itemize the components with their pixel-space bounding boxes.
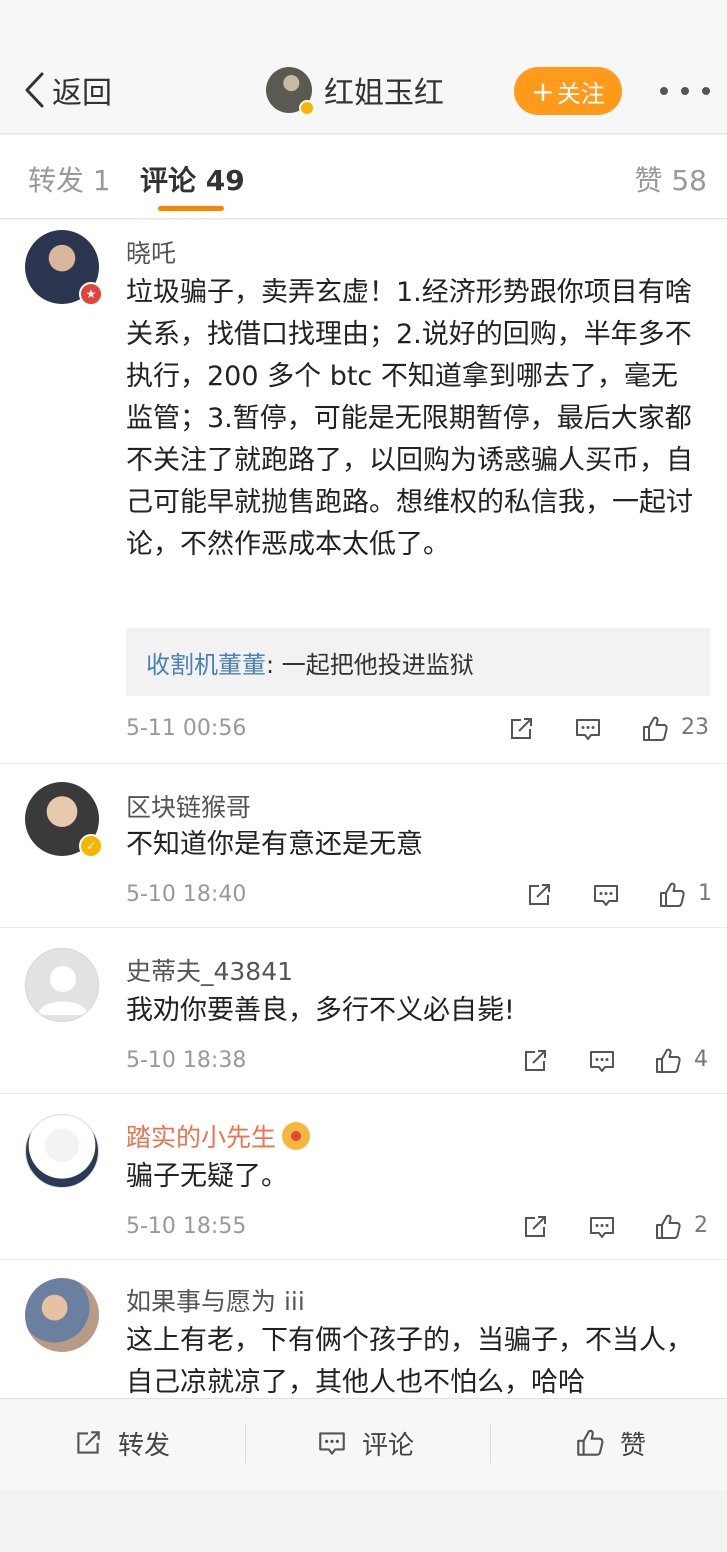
comment-text: 垃圾骗子，卖弄玄虚！1.经济形势跟你项目有啥关系，找借口找理由；2.说好的回购，… — [126, 277, 693, 560]
comment-item: 踏实的小先生 骗子无疑了。 5-10 18:55 2 — [0, 1094, 727, 1260]
post-author[interactable]: 红姐玉红 — [266, 66, 444, 116]
verified-badge-icon — [299, 100, 315, 116]
more-options-button[interactable] — [660, 76, 710, 106]
comment-text: 这上有老，下有俩个孩子的，当骗子，不当人，自己凉就凉了，其他人也不怕么，哈哈 — [126, 1325, 693, 1398]
like-icon[interactable] — [653, 1046, 683, 1076]
repost-label: 转发 — [118, 1430, 171, 1461]
comment-actions: 4 — [0, 1046, 727, 1076]
comment-username[interactable]: 踏实的小先生 — [126, 1118, 311, 1154]
comment-icon[interactable] — [587, 1212, 617, 1242]
comment-text: 不知道你是有意还是无意 — [126, 829, 423, 860]
reply-username[interactable]: 收割机董董 — [146, 645, 266, 680]
comment-actions: 1 — [0, 880, 727, 910]
member-badge-icon: ★ — [79, 282, 103, 306]
more-dot-icon — [660, 87, 668, 95]
comment-button[interactable]: 评论 — [316, 1425, 414, 1461]
tab-likes[interactable]: 赞 58 — [634, 159, 707, 199]
like-label: 赞 — [620, 1430, 647, 1461]
top-nav-bar: 返回 红姐玉红 + 关注 — [0, 0, 727, 134]
comment-item: ✓ 区块链猴哥 不知道你是有意还是无意 5-10 18:40 1 — [0, 764, 727, 928]
divider — [245, 1423, 246, 1463]
tab-repost[interactable]: 转发 1 — [28, 159, 111, 199]
verified-badge-icon: ✓ — [79, 834, 103, 858]
like-count: 1 — [698, 881, 712, 906]
like-count: 23 — [681, 715, 709, 740]
like-button[interactable]: 赞 — [574, 1425, 646, 1461]
avatar[interactable]: ★ — [25, 230, 103, 306]
divider — [490, 1423, 491, 1463]
comment-icon[interactable] — [573, 714, 603, 744]
comment-actions: 2 — [0, 1212, 727, 1242]
comment-username[interactable]: 晓吒 — [126, 234, 176, 270]
bottom-action-bar: 转发 评论 赞 — [0, 1398, 727, 1490]
comment-icon[interactable] — [587, 1046, 617, 1076]
comment-actions: 23 — [0, 714, 727, 744]
share-icon[interactable] — [520, 1212, 550, 1242]
comment-label: 评论 — [362, 1430, 415, 1461]
share-icon[interactable] — [524, 880, 554, 910]
repost-button[interactable]: 转发 — [72, 1425, 170, 1461]
share-icon[interactable] — [520, 1046, 550, 1076]
avatar[interactable] — [25, 1278, 99, 1352]
share-icon[interactable] — [506, 714, 536, 744]
comment-text: 我劝你要善良，多行不义必自毙! — [126, 995, 515, 1026]
active-tab-indicator — [158, 206, 224, 211]
like-icon[interactable] — [640, 714, 670, 744]
comment-icon[interactable] — [591, 880, 621, 910]
comment-icon — [316, 1427, 348, 1459]
username-text: 踏实的小先生 — [126, 1123, 277, 1152]
comment-list: ★ 晓吒 垃圾骗子，卖弄玄虚！1.经济形势跟你项目有啥关系，找借口找理由；2.说… — [0, 220, 727, 1398]
comment-item: ★ 晓吒 垃圾骗子，卖弄玄虚！1.经济形势跟你项目有啥关系，找借口找理由；2.说… — [0, 220, 727, 764]
comment-username[interactable]: 区块链猴哥 — [126, 788, 251, 824]
comment-item: 如果事与愿为 iii 这上有老，下有俩个孩子的，当骗子，不当人，自己凉就凉了，其… — [0, 1260, 727, 1398]
back-button[interactable]: 返回 — [22, 68, 112, 112]
like-count: 2 — [694, 1213, 708, 1238]
follow-label: 关注 — [556, 79, 605, 108]
back-label: 返回 — [52, 76, 112, 111]
reply-text: : 一起把他投进监狱 — [266, 650, 474, 679]
more-dot-icon — [702, 87, 710, 95]
like-count: 4 — [694, 1047, 708, 1072]
bottom-safe-area — [0, 1490, 727, 1552]
tab-comments[interactable]: 评论 49 — [140, 159, 245, 199]
comment-item: 史蒂夫_43841 我劝你要善良，多行不义必自毙! 5-10 18:38 4 — [0, 928, 727, 1094]
avatar[interactable] — [25, 948, 99, 1022]
page-title: 红姐玉红 — [324, 76, 444, 111]
avatar[interactable] — [25, 1114, 99, 1188]
avatar[interactable] — [266, 67, 315, 116]
avatar[interactable]: ✓ — [25, 782, 103, 858]
default-user-icon — [38, 966, 88, 1015]
like-icon[interactable] — [657, 880, 687, 910]
like-icon — [574, 1427, 606, 1459]
follow-button[interactable]: + 关注 — [514, 67, 622, 115]
like-icon[interactable] — [653, 1212, 683, 1242]
comment-text: 骗子无疑了。 — [126, 1161, 288, 1192]
comment-username[interactable]: 史蒂夫_43841 — [126, 952, 293, 988]
chevron-left-icon — [25, 72, 44, 108]
reply-preview[interactable]: 收割机董董 : 一起把他投进监狱 — [126, 628, 710, 696]
comment-username[interactable]: 如果事与愿为 iii — [126, 1282, 305, 1318]
member-emoji-icon — [282, 1122, 311, 1150]
tab-bar: 转发 1 评论 49 赞 58 — [0, 135, 727, 219]
more-dot-icon — [681, 87, 689, 95]
share-icon — [72, 1427, 104, 1459]
plus-icon: + — [531, 74, 555, 108]
